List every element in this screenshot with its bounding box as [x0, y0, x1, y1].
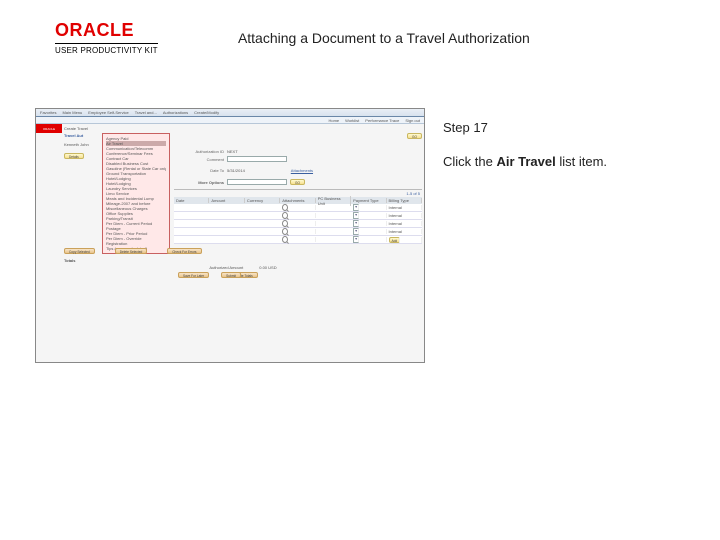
app-screenshot: Favorites Main Menu Employee Self-Servic…	[35, 108, 425, 363]
brand-subtitle: USER PRODUCTIVITY KIT	[55, 46, 158, 55]
step-text: Click the Air Travel list item.	[443, 152, 700, 172]
expense-type-dropdown-list[interactable]: Agency Paid Air Travel Communication/Tel…	[102, 133, 170, 254]
sidebar: Create Travel Travel Aut Kenneth John De…	[64, 126, 102, 159]
step-number: Step 17	[443, 118, 700, 138]
attachments-link[interactable]: Attachments	[291, 168, 313, 173]
search-icon[interactable]	[282, 204, 288, 211]
search-icon[interactable]	[282, 236, 288, 243]
expense-table: 1-5 of 5 Date Amount Currency Attachment…	[174, 189, 422, 244]
form-body: GO Authorization ID NEXT Comment Date To…	[174, 131, 422, 280]
copy-selected-button[interactable]: Copy Selected	[64, 248, 95, 254]
search-icon[interactable]	[282, 228, 288, 235]
save-for-later-button[interactable]: Save For Later	[178, 272, 209, 278]
go-button-2[interactable]: GO	[290, 179, 305, 185]
comment-input[interactable]	[227, 156, 287, 162]
page-title: Attaching a Document to a Travel Authori…	[68, 30, 700, 46]
add-row-button[interactable]: Add	[389, 237, 401, 243]
go-button[interactable]: GO	[407, 133, 422, 139]
top-nav: Home Worklist Performance Trace Sign out	[36, 117, 424, 124]
more-options-select[interactable]	[227, 179, 287, 185]
breadcrumb: Favorites Main Menu Employee Self-Servic…	[36, 109, 424, 117]
search-icon[interactable]	[282, 220, 288, 227]
oracle-banner: ORACLE	[36, 124, 62, 133]
instruction-panel: Step 17 Click the Air Travel list item.	[425, 108, 700, 363]
billing-type-select[interactable]	[353, 204, 359, 211]
search-icon[interactable]	[282, 212, 288, 219]
check-errors-button[interactable]: Check For Errors	[167, 248, 201, 254]
delete-selected-button[interactable]: Delete Selected	[115, 248, 148, 254]
details-tab[interactable]: Details	[64, 153, 84, 159]
submit-button[interactable]: Submit	[221, 272, 241, 278]
